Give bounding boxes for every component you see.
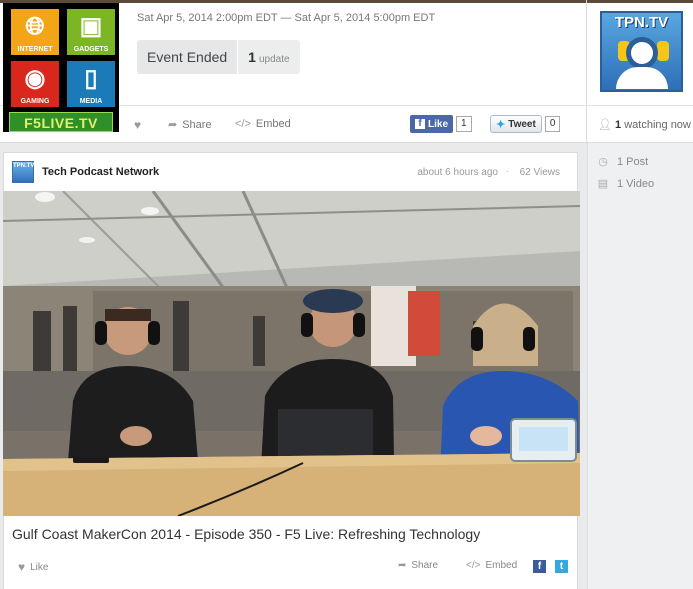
author-avatar[interactable]: TPN.TV (12, 161, 34, 183)
action-bar-divider (586, 106, 587, 144)
watching-now: 👤︎ 1 watching now (598, 118, 691, 131)
heart-icon: ♥ (134, 118, 142, 132)
clock-icon: ◷ (598, 156, 608, 168)
post-like-label: Like (30, 561, 49, 573)
view-count: 62 Views (519, 167, 560, 178)
sidebar-item-videos[interactable]: ▤ 1 Video (597, 177, 655, 191)
embed-button[interactable]: </> Embed (235, 118, 291, 130)
embed-icon: </> (235, 118, 251, 130)
event-date-range: Sat Apr 5, 2014 2:00pm EDT — Sat Apr 5, … (137, 12, 436, 24)
sidebar-videos-label: 1 Video (617, 177, 655, 190)
gaming-tile: ◉ GAMING (11, 61, 59, 107)
update-count-number: 1 (248, 49, 256, 65)
post-embed-label: Embed (485, 560, 518, 571)
gadget-icon: ▣ (79, 13, 103, 40)
person-icon: 👤︎ (598, 119, 612, 131)
post-like-button[interactable]: ♥ Like (18, 560, 48, 574)
internet-tile: 🌐︎ INTERNET (11, 9, 59, 55)
update-count[interactable]: 1 update (238, 40, 300, 74)
heart-icon: ♥ (18, 560, 26, 574)
film-icon: ▤ (597, 178, 609, 190)
watching-count: 1 (615, 119, 622, 131)
share-icon: ➦ (398, 560, 407, 571)
post-title[interactable]: Gulf Coast MakerCon 2014 - Episode 350 -… (12, 526, 480, 542)
separator-dot: · (505, 166, 509, 177)
author-name[interactable]: Tech Podcast Network (42, 166, 159, 178)
logo-footer-text: F5LIVE.TV (9, 112, 113, 132)
logo-tiles: 🌐︎ INTERNET ▣ GADGETS ◉ GAMING ▯ MEDIA (11, 9, 115, 107)
internet-label: INTERNET (17, 46, 53, 53)
media-tile: ▯ MEDIA (67, 61, 115, 107)
person-head-icon (626, 37, 658, 69)
facebook-like-button[interactable]: f Like (410, 115, 454, 133)
globe-icon: 🌐︎ (25, 13, 45, 40)
facebook-icon: f (533, 560, 546, 573)
watching-label: watching now (624, 119, 691, 131)
facebook-like-count: 1 (456, 116, 472, 132)
channel-logo-text: TPN.TV (614, 14, 669, 31)
post-footer: ♥ Like ➦ Share </> Embed f t (4, 553, 577, 581)
f5live-logo[interactable]: 🌐︎ INTERNET ▣ GADGETS ◉ GAMING ▯ MEDIA F… (3, 3, 119, 132)
right-sidebar: ◷ 1 Post ▤ 1 Video (587, 143, 693, 589)
facebook-icon: f (415, 119, 425, 129)
embed-label: Embed (255, 118, 291, 130)
media-label: MEDIA (79, 98, 103, 105)
tablet-icon: ▯ (84, 65, 98, 92)
post-card: TPN.TV Tech Podcast Network about 6 hour… (3, 152, 580, 589)
post-share-label: Share (411, 560, 439, 571)
author-avatar-text: TPN.TV (13, 163, 35, 169)
embed-icon: </> (466, 560, 481, 571)
like-button[interactable]: ♥ (134, 118, 141, 132)
facebook-share-button[interactable]: f (533, 560, 546, 573)
twitter-icon: t (555, 560, 568, 573)
event-ended-label: Event Ended (137, 40, 239, 74)
video-frame-image (3, 191, 580, 516)
post-embed-button[interactable]: </> Embed (466, 560, 517, 571)
post-share-button[interactable]: ➦ Share (398, 560, 438, 571)
gamepad-icon: ◉ (24, 65, 46, 92)
share-button[interactable]: ➦ Share (168, 118, 212, 132)
update-count-label: update (258, 54, 290, 65)
post-timestamp[interactable]: about 6 hours ago (417, 167, 498, 178)
share-icon: ➦ (168, 119, 178, 131)
video-player[interactable] (3, 191, 580, 516)
facebook-like-widget: f Like 1 (410, 115, 472, 133)
twitter-bird-icon: ✦ (496, 118, 506, 131)
event-status: Event Ended 1 update (137, 40, 300, 74)
tweet-label: Tweet (508, 118, 536, 130)
post-header: TPN.TV Tech Podcast Network about 6 hour… (4, 153, 577, 191)
header-divider (586, 0, 587, 105)
twitter-share-button[interactable]: t (555, 560, 568, 573)
person-body-icon (616, 67, 668, 89)
share-label: Share (182, 118, 212, 131)
tweet-count: 0 (544, 116, 561, 132)
gadgets-tile: ▣ GADGETS (67, 9, 115, 55)
headphone-right-icon (657, 41, 669, 61)
gadgets-label: GADGETS (73, 46, 109, 53)
tweet-widget: ✦ Tweet 0 (490, 115, 561, 133)
facebook-like-label: Like (428, 118, 449, 130)
channel-logo[interactable]: TPN.TV (600, 11, 683, 92)
tweet-button[interactable]: ✦ Tweet (490, 115, 542, 133)
gaming-label: GAMING (20, 98, 50, 105)
sidebar-posts-label: 1 Post (617, 155, 649, 168)
sidebar-item-posts[interactable]: ◷ 1 Post (597, 155, 649, 169)
